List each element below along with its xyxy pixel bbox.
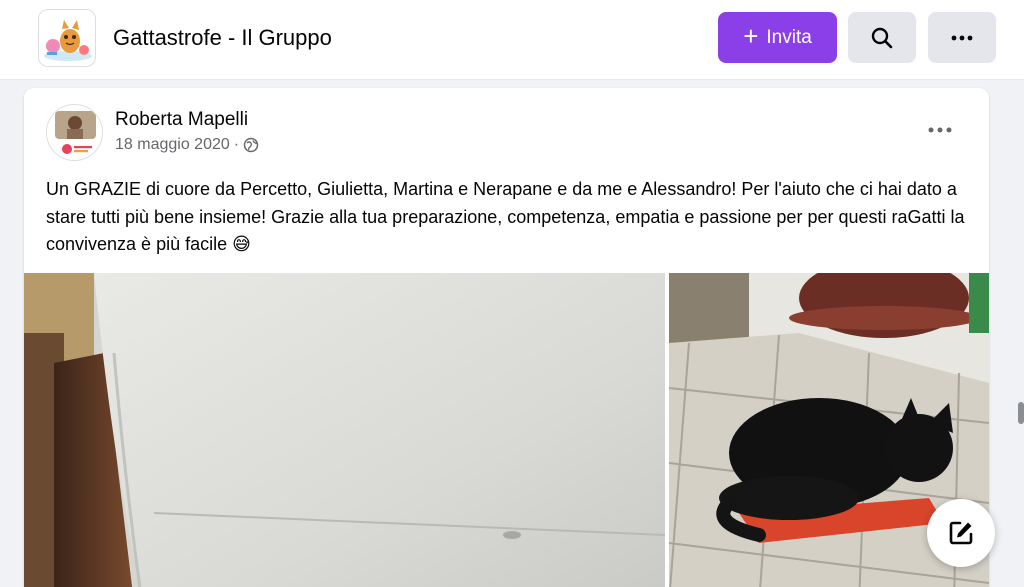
plus-icon: + [743, 21, 759, 51]
post-date[interactable]: 18 maggio 2020 [115, 136, 230, 154]
author-name[interactable]: Roberta Mapelli [115, 109, 248, 131]
search-icon [871, 27, 893, 48]
invite-label: Invita [766, 26, 812, 48]
invite-button[interactable]: + Invita [718, 12, 837, 63]
author-avatar[interactable] [46, 104, 103, 161]
post-photo-chair[interactable] [24, 273, 665, 587]
post-card: Roberta Mapelli 18 maggio 2020 · Un GRAZ… [24, 88, 989, 587]
compose-button[interactable] [927, 499, 995, 567]
meta-separator: · [233, 136, 240, 153]
group-title[interactable]: Gattastrofe - Il Gruppo [113, 25, 332, 51]
compose-icon [949, 521, 973, 545]
group-cover-thumbnail[interactable] [38, 9, 96, 67]
post-text: Un GRAZIE di cuore da Percetto, Giuliett… [46, 179, 965, 254]
group-header: Gattastrofe - Il Gruppo + Invita [0, 0, 1024, 80]
scrollbar-thumb[interactable] [1018, 402, 1024, 424]
globe-icon [243, 137, 259, 153]
more-options-icon [928, 127, 952, 133]
post-options-button[interactable] [922, 118, 958, 142]
post-meta: 18 maggio 2020 · [115, 136, 259, 154]
more-options-button[interactable] [928, 12, 996, 63]
more-options-icon [951, 35, 973, 40]
search-button[interactable] [848, 12, 916, 63]
